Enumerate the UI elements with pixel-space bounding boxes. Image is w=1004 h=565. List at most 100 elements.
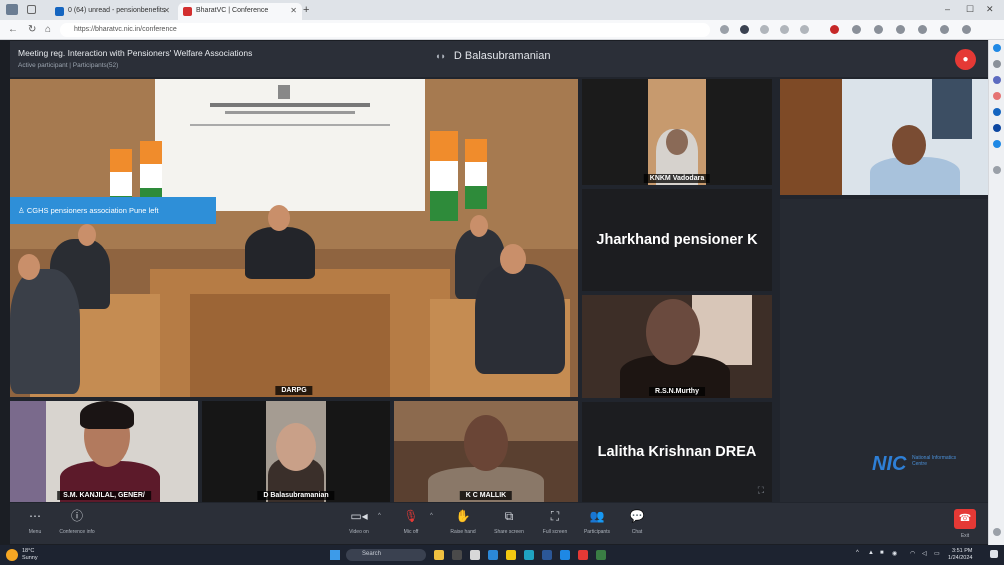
minimize-button[interactable]: – [945, 4, 950, 14]
video-tile-mallik[interactable]: K C MALLIK [394, 401, 578, 502]
taskbar-app-icon[interactable] [452, 550, 462, 560]
chat-button[interactable]: 💬 Chat [614, 508, 660, 535]
outlook-icon[interactable] [993, 140, 1001, 148]
taskbar-app-icon[interactable] [488, 550, 498, 560]
menu-button[interactable]: ⋯ Menu [12, 508, 58, 535]
leave-button[interactable]: ☎ [954, 509, 976, 529]
taskbar-app-icon[interactable] [578, 550, 588, 560]
person-left-1-head [78, 224, 96, 246]
home-icon[interactable]: ⌂ [45, 24, 51, 35]
notification-icon[interactable] [990, 550, 998, 558]
tools-icon[interactable] [993, 108, 1001, 116]
video-tile-kanjilal[interactable]: S.M. KANJILAL, GENER/ [10, 401, 198, 502]
weather-icon[interactable] [6, 549, 18, 561]
browser-tab-bar: 0 (64) unread - pensionbenefits ✕ Bharat… [0, 0, 1004, 20]
weather-temp: 18°C [22, 548, 35, 554]
add-icon[interactable] [993, 166, 1001, 174]
tray-icon[interactable]: ■ [880, 550, 884, 556]
fullscreen-button[interactable]: ⛶ Full screen [532, 508, 578, 535]
record-icon[interactable] [830, 25, 839, 34]
chevron-up-icon[interactable]: ^ [430, 513, 433, 519]
mic-button[interactable]: 🎙 Mic off [388, 508, 434, 535]
battery-icon[interactable]: ▭ [934, 550, 940, 557]
search-icon[interactable] [993, 60, 1001, 68]
extension-icon[interactable] [896, 25, 905, 34]
weather-widget[interactable]: 18°C Sunny [22, 548, 38, 562]
mail-icon [55, 7, 64, 16]
clock-date: 1/24/2024 [948, 555, 973, 561]
settings-icon[interactable] [993, 528, 1001, 536]
volume-icon[interactable]: ◁ [922, 550, 927, 557]
games-icon[interactable] [993, 92, 1001, 100]
extension-icon[interactable] [760, 25, 769, 34]
video-tile-jharkhand[interactable]: Jharkhand pensioner K [582, 189, 772, 291]
video-tile-balasubramanian[interactable]: D Balasubramanian [202, 401, 390, 502]
back-arrow-icon[interactable]: ← [8, 24, 18, 35]
taskbar-app-icon[interactable] [560, 550, 570, 560]
tile-name: R.S.N.Murthy [649, 387, 705, 396]
video-label: Video on [349, 529, 369, 535]
network-icon[interactable]: ▲ [868, 550, 874, 556]
nic-branding: NIC National Informatics Centre [780, 199, 988, 502]
chevron-up-icon[interactable]: ^ [378, 513, 381, 519]
tab-conference[interactable]: BharatVC | Conference ✕ [178, 3, 302, 20]
windows-start-icon[interactable] [330, 550, 340, 560]
conference-info-button[interactable]: ⓘ Conference info [54, 508, 100, 535]
video-button[interactable]: ▭◂ Video on [336, 508, 382, 535]
tab-unread-mail[interactable]: 0 (64) unread - pensionbenefits ✕ [50, 3, 175, 20]
shopping-icon[interactable] [993, 76, 1001, 84]
extension-icon[interactable] [874, 25, 883, 34]
person-left-2-head [18, 254, 40, 280]
taskbar-app-icon[interactable] [542, 550, 552, 560]
url-input[interactable]: https://bharatvc.nic.in/conference [60, 23, 710, 37]
edge-icon[interactable] [524, 550, 534, 560]
taskbar-app-icon[interactable] [470, 550, 480, 560]
browser-profile-icon[interactable] [6, 4, 18, 15]
video-tile-lalitha[interactable]: Lalitha Krishnan DREA ⛶ [582, 402, 772, 502]
wifi-icon[interactable]: ◠ [910, 550, 915, 557]
maximize-button[interactable]: ☐ [966, 4, 974, 15]
office-icon[interactable] [993, 124, 1001, 132]
close-window-button[interactable]: ✕ [986, 4, 994, 15]
share-screen-label: Share screen [494, 529, 524, 535]
share-screen-button[interactable]: ⧉ Share screen [486, 508, 532, 535]
clock-time: 3:51 PM [951, 548, 973, 554]
raise-hand-label: Raise hand [450, 529, 476, 535]
extension-icon[interactable] [720, 25, 729, 34]
extension-icon[interactable] [740, 25, 749, 34]
screen-text-line [225, 111, 355, 114]
tile-name: S.M. KANJILAL, GENER/ [57, 491, 151, 500]
table-center [190, 294, 390, 397]
new-tab-button[interactable]: + [303, 4, 309, 16]
conference-app: Meeting reg. Interaction with Pensioners… [10, 41, 988, 544]
video-tile-knkm[interactable]: KNKM Vadodara [582, 79, 772, 185]
taskbar-search[interactable]: Search [346, 549, 426, 561]
video-tile-murthy[interactable]: R.S.N.Murthy [582, 295, 772, 398]
menu-label: Menu [28, 529, 42, 535]
raise-hand-button[interactable]: ✋ Raise hand [440, 508, 486, 535]
taskbar-clock[interactable]: 3:51 PM 1/24/2024 [948, 548, 972, 562]
participant-left-notification: ♙ CGHS pensioners association Pune left [10, 197, 216, 224]
expand-icon[interactable]: ⛶ [758, 485, 764, 496]
extension-icon[interactable] [800, 25, 809, 34]
close-icon[interactable]: ✕ [290, 6, 297, 15]
person-right-2 [475, 264, 565, 374]
favorites-icon[interactable] [918, 25, 927, 34]
tray-icon[interactable]: ◉ [892, 550, 897, 557]
more-icon[interactable] [962, 25, 971, 34]
taskbar-app-icon[interactable] [434, 550, 444, 560]
extension-icon[interactable] [852, 25, 861, 34]
file-explorer-icon[interactable] [506, 550, 516, 560]
curtain [692, 295, 752, 365]
taskbar-app-icon[interactable] [596, 550, 606, 560]
record-button[interactable]: ● [955, 49, 976, 70]
extension-icon[interactable] [780, 25, 789, 34]
close-icon[interactable]: ✕ [163, 6, 170, 15]
main-video-tile[interactable]: ♙ CGHS pensioners association Pune left … [10, 79, 578, 397]
tray-chevron-icon[interactable]: ^ [856, 550, 859, 556]
copilot-icon[interactable] [993, 44, 1001, 52]
collections-icon[interactable] [940, 25, 949, 34]
tab-actions-icon[interactable] [27, 5, 36, 14]
refresh-icon[interactable]: ↻ [28, 24, 36, 35]
video-tile-room[interactable] [780, 79, 988, 195]
